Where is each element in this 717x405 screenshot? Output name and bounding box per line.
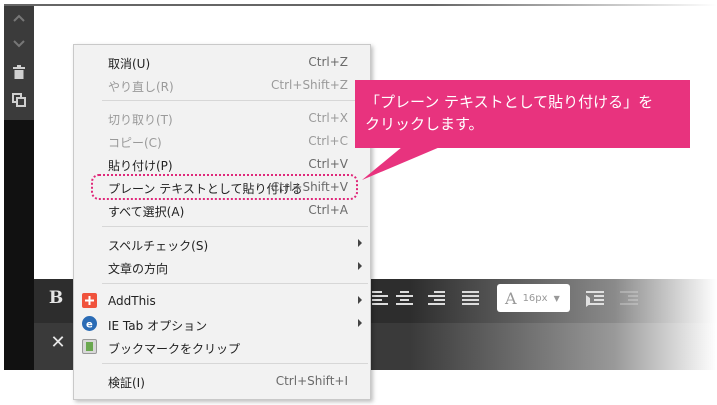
callout-tail bbox=[362, 147, 440, 180]
callout-text: 「プレーン テキストとして貼り付ける」を クリックします。 bbox=[365, 91, 685, 135]
callout-line-2: クリックします。 bbox=[365, 115, 484, 133]
callout-line-1: 「プレーン テキストとして貼り付ける」を bbox=[365, 93, 654, 111]
